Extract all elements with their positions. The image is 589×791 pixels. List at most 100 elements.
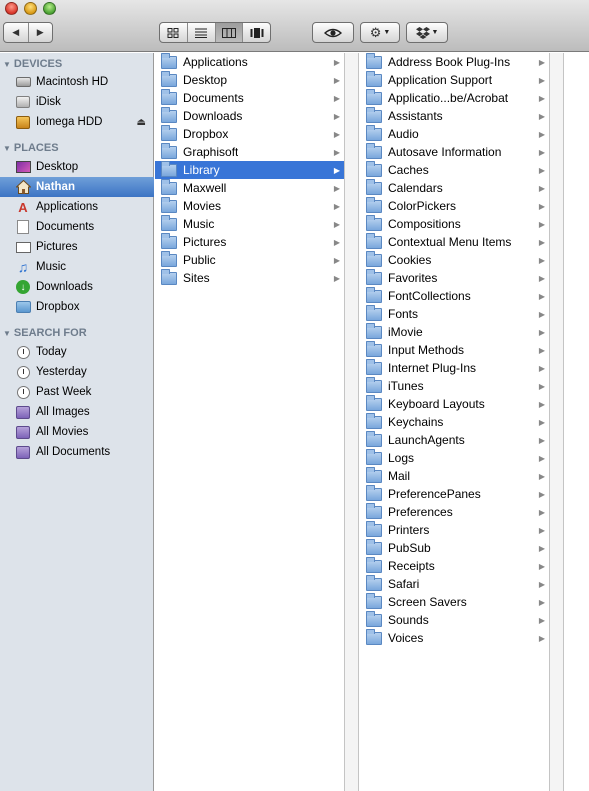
folder-row[interactable]: Application Support ▶ [360,70,549,89]
folder-row[interactable]: Preferences ▶ [360,502,549,521]
clock-icon [16,345,30,359]
disclosure-arrow-icon: ▶ [538,507,545,517]
folder-row[interactable]: Printers ▶ [360,520,549,539]
folder-row[interactable]: Music ▶ [155,214,344,233]
folder-row[interactable]: Keyboard Layouts ▶ [360,394,549,413]
folder-row[interactable]: Desktop ▶ [155,70,344,89]
folder-row[interactable]: Compositions ▶ [360,214,549,233]
sidebar-item-desktop[interactable]: Desktop [0,157,154,177]
disclosure-arrow-icon: ▶ [538,471,545,481]
folder-row[interactable]: Sites ▶ [155,268,344,287]
zoom-window-button[interactable] [43,2,56,15]
dropbox-menu-button[interactable]: ▼ [406,22,448,43]
folder-row[interactable]: Applicatio...be/Acrobat ▶ [360,88,549,107]
folder-row[interactable]: Public ▶ [155,250,344,269]
folder-row[interactable]: Pictures ▶ [155,232,344,251]
folder-row[interactable]: PreferencePanes ▶ [360,484,549,503]
devices-section-header[interactable]: ▼ DEVICES [3,56,62,72]
folder-row[interactable]: Audio ▶ [360,124,549,143]
folder-row[interactable]: Screen Savers ▶ [360,592,549,611]
folder-row[interactable]: Receipts ▶ [360,556,549,575]
folder-row[interactable]: Address Book Plug-Ins ▶ [360,52,549,71]
folder-row[interactable]: Applications ▶ [155,52,344,71]
sidebar-item-dropbox[interactable]: Dropbox [0,297,154,317]
column-resize-gutter[interactable] [345,53,359,791]
folder-row[interactable]: Dropbox ▶ [155,124,344,143]
sidebar-item-past-week[interactable]: Past Week [0,382,154,402]
sidebar-item-macintosh-hd[interactable]: Macintosh HD [0,72,154,92]
folder-row[interactable]: Logs ▶ [360,448,549,467]
coverflow-view-button[interactable] [243,23,270,42]
folder-row[interactable]: Voices ▶ [360,628,549,647]
column-view-button[interactable] [215,23,244,42]
folder-row[interactable]: Library ▶ [155,160,344,179]
folder-row[interactable]: Downloads ▶ [155,106,344,125]
folder-row[interactable]: PubSub ▶ [360,538,549,557]
folder-row[interactable]: Favorites ▶ [360,268,549,287]
folder-row[interactable]: ColorPickers ▶ [360,196,549,215]
sidebar-item-nathan[interactable]: Nathan [0,177,154,197]
folder-row[interactable]: Input Methods ▶ [360,340,549,359]
sidebar-item-documents[interactable]: Documents [0,217,154,237]
folder-row[interactable]: Cookies ▶ [360,250,549,269]
folder-row[interactable]: Safari ▶ [360,574,549,593]
quick-look-button[interactable] [312,22,354,43]
folder-row[interactable]: Autosave Information ▶ [360,142,549,161]
back-button[interactable]: ◀ [4,23,29,42]
icon-view-button[interactable] [160,23,188,42]
sidebar-item-yesterday[interactable]: Yesterday [0,362,154,382]
folder-icon [366,628,382,645]
folder-row[interactable]: Movies ▶ [155,196,344,215]
folder-row[interactable]: LaunchAgents ▶ [360,430,549,449]
sidebar-item-applications[interactable]: A Applications [0,197,154,217]
folder-icon [161,250,177,267]
dropbox-folder-icon [15,301,31,313]
sidebar-item-music[interactable]: ♫ Music [0,257,154,277]
disclosure-arrow-icon: ▶ [538,201,545,211]
folder-row[interactable]: Keychains ▶ [360,412,549,431]
folder-row[interactable]: Contextual Menu Items ▶ [360,232,549,251]
sidebar-item-today[interactable]: Today [0,342,154,362]
column-resize-gutter[interactable] [550,53,564,791]
folder-icon [366,196,382,213]
folder-row[interactable]: iTunes ▶ [360,376,549,395]
folder-row[interactable]: Mail ▶ [360,466,549,485]
sidebar-item-all-movies[interactable]: All Movies [0,422,154,442]
folder-row[interactable]: Sounds ▶ [360,610,549,629]
folder-row[interactable]: Fonts ▶ [360,304,549,323]
folder-name: Favorites [388,271,438,285]
close-window-button[interactable] [5,2,18,15]
folder-name: FontCollections [388,289,471,303]
sidebar-item-idisk[interactable]: iDisk [0,92,154,112]
folder-icon [366,88,382,105]
list-view-button[interactable] [188,23,216,42]
sidebar-item-all-documents[interactable]: All Documents [0,442,154,462]
folder-row[interactable]: Documents ▶ [155,88,344,107]
places-section-header[interactable]: ▼ PLACES [3,140,59,156]
eject-icon[interactable]: ⏏ [137,117,146,128]
folder-row[interactable]: FontCollections ▶ [360,286,549,305]
folder-row[interactable]: Internet Plug-Ins ▶ [360,358,549,377]
folder-row[interactable]: Assistants ▶ [360,106,549,125]
folder-icon [366,304,382,321]
folder-row[interactable]: Maxwell ▶ [155,178,344,197]
search-for-section-header[interactable]: ▼ SEARCH FOR [3,325,87,341]
folder-row[interactable]: Calendars ▶ [360,178,549,197]
action-menu-button[interactable]: ⚙ ▼ [360,22,400,43]
minimize-window-button[interactable] [24,2,37,15]
sidebar-item-iomega-hdd[interactable]: Iomega HDD ⏏ [0,112,154,132]
folder-row[interactable]: Caches ▶ [360,160,549,179]
folder-icon [161,70,177,87]
folder-name: Pictures [183,235,227,249]
folder-row[interactable]: iMovie ▶ [360,322,549,341]
folder-name: Sounds [388,613,429,627]
sidebar-item-pictures[interactable]: Pictures [0,237,154,257]
sidebar-item-downloads[interactable]: ↓ Downloads [0,277,154,297]
folder-row[interactable]: Graphisoft ▶ [155,142,344,161]
disclosure-arrow-icon: ▶ [538,291,545,301]
sidebar-item-all-images[interactable]: All Images [0,402,154,422]
folder-name: Logs [388,451,415,465]
forward-button[interactable]: ▶ [29,23,53,42]
dropdown-arrow-icon: ▼ [431,29,439,36]
forward-icon: ▶ [36,27,44,37]
